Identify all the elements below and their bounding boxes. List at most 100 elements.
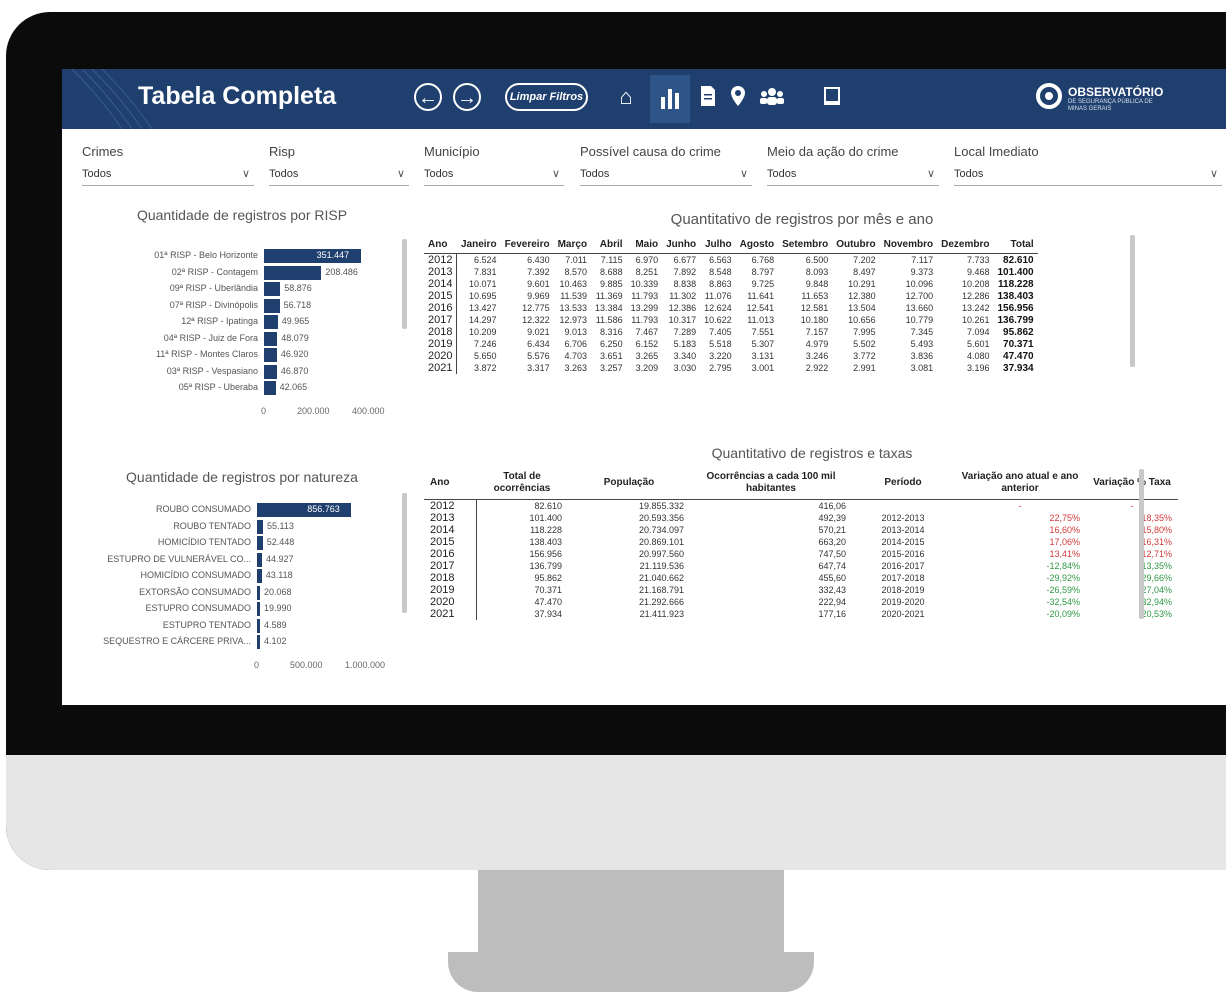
table-row[interactable]: 2021 3.872 3.317 3.263 3.257 3.209 3.030 2.795 3… [424, 362, 1038, 374]
month-value-cell: 11.369 [595, 291, 623, 301]
axis-tick-label: 500.000 [290, 659, 323, 670]
rate-cell: 2020 [424, 596, 477, 608]
clear-filters-button[interactable]: Limpar Filtros [505, 83, 588, 111]
month-column-header[interactable]: Fevereiro [501, 235, 554, 254]
book-icon[interactable] [818, 85, 846, 112]
table-row[interactable]: 2019 70.371 21.168.791 332,43 2018-2019 -26,5… [424, 584, 1178, 596]
bar[interactable] [264, 282, 281, 296]
month-column-header[interactable]: Outubro [832, 235, 879, 254]
bar[interactable] [257, 602, 260, 616]
bar[interactable] [264, 315, 278, 329]
month-column-header[interactable]: Março [554, 235, 591, 254]
month-value-cell: 7.345 [910, 327, 934, 337]
month-column-header[interactable]: Dezembro [937, 235, 993, 254]
table-row[interactable]: 2015 138.403 20.869.101 663,20 2014-2015 17,0… [424, 536, 1178, 548]
bar[interactable] [257, 585, 260, 600]
filter-causa-select[interactable]: Todos ∨ [580, 163, 752, 186]
month-value-cell: 11.793 [631, 291, 659, 301]
bar[interactable] [264, 265, 322, 280]
rate-cell: 16,31% [1141, 537, 1172, 547]
month-column-header[interactable]: Maio [627, 235, 663, 254]
month-value-cell: 13.427 [469, 303, 497, 313]
bar-category-label: ESTUPRO TENTADO [162, 619, 251, 630]
filter-municipio-select[interactable]: Todos ∨ [424, 163, 564, 186]
forward-button[interactable]: → [453, 83, 481, 111]
bar[interactable] [264, 298, 280, 313]
bar-value-label: 20.068 [264, 586, 292, 597]
bar[interactable] [257, 552, 262, 567]
table-row[interactable]: 2020 5.650 5.576 4.703 3.651 3.265 3.340 3.220 3… [424, 350, 1038, 362]
home-icon[interactable]: ⌂ [612, 85, 640, 109]
bar-value-label: 49.965 [281, 316, 310, 326]
rate-cell: 20.997.560 [638, 549, 684, 559]
table-row[interactable]: 2014 118.228 20.734.097 570,21 2013-2014 16,6… [424, 524, 1178, 536]
rate-table-scrollbar[interactable] [1139, 469, 1144, 619]
table-row[interactable]: 2019 7.246 6.434 6.706 6.250 6.152 5.183 5.518 5… [424, 338, 1038, 350]
document-icon[interactable] [694, 85, 722, 112]
rate-column-header[interactable]: Ano [424, 467, 476, 500]
year-cell: 2019 [424, 338, 458, 350]
table-row[interactable]: 2015 10.695 9.969 11.539 11.369 11.793 11.302 1… [424, 290, 1038, 302]
rate-column-header[interactable]: Ocorrências a cada 100 mil habitantes [690, 467, 852, 500]
bar[interactable] [257, 569, 262, 583]
table-row[interactable]: 2017 136.799 21.119.536 647,74 2016-2017 -12,… [424, 560, 1178, 572]
nav-active-tab[interactable] [650, 75, 690, 123]
table-row[interactable]: 2013 101.400 20.593.356 492,39 2012-2013 22,7… [424, 512, 1178, 524]
month-column-header[interactable]: Setembro [778, 235, 832, 254]
month-column-header[interactable]: Abril [591, 235, 627, 254]
month-column-header[interactable]: Junho [662, 235, 700, 254]
map-pin-icon[interactable] [724, 85, 752, 112]
back-button[interactable]: ← [414, 83, 442, 111]
bar[interactable] [257, 635, 260, 649]
month-value-cell: 7.405 [709, 327, 732, 337]
filter-risp-select[interactable]: Todos ∨ [269, 163, 409, 186]
table-row[interactable]: 2017 14.297 12.322 12.973 11.586 11.793 10.317… [424, 314, 1038, 326]
filter-meio-select[interactable]: Todos ∨ [767, 163, 939, 186]
risp-chart-scrollbar[interactable] [402, 239, 407, 329]
table-row[interactable]: 2021 37.934 21.411.923 177,16 2020-2021 -20,0… [424, 608, 1178, 620]
filter-local-select[interactable]: Todos ∨ [954, 163, 1222, 186]
rate-column-header[interactable]: Total de ocorrências [476, 467, 568, 500]
rate-cell: 22,75% [1049, 513, 1080, 523]
table-row[interactable]: 2013 7.831 7.392 8.570 8.688 8.251 7.892 8.548 8… [424, 266, 1038, 278]
table-row[interactable]: 2018 95.862 21.040.662 455,60 2017-2018 -29,9… [424, 572, 1178, 584]
table-row[interactable]: 2016 156.956 20.997.560 747,50 2015-2016 13,4… [424, 548, 1178, 560]
month-column-header[interactable]: Julho [700, 235, 736, 254]
table-row[interactable]: 2012 6.524 6.430 7.011 7.115 6.970 6.677 6.563 6… [424, 253, 1038, 266]
natureza-chart-scrollbar[interactable] [402, 493, 407, 613]
rate-cell: 12,71% [1141, 549, 1172, 559]
month-value-cell: 8.251 [635, 267, 659, 277]
rate-cell: 118.228 [530, 525, 562, 535]
rate-column-header[interactable]: População [568, 467, 690, 500]
table-row[interactable]: 2014 10.071 9.601 10.463 9.885 10.339 8.838 8.8… [424, 278, 1038, 290]
month-table-scrollbar[interactable] [1130, 235, 1135, 367]
table-row[interactable]: 2016 13.427 12.775 13.533 13.384 13.299 12.386… [424, 302, 1038, 314]
bar-value-label: 19.990 [264, 603, 292, 613]
people-icon[interactable] [758, 85, 786, 112]
month-column-header[interactable]: Janeiro [457, 235, 501, 254]
month-column-header[interactable]: Novembro [880, 235, 937, 254]
table-row[interactable]: 2012 82.610 19.855.332 416,06 - - [424, 499, 1178, 512]
month-value-cell: 3.265 [635, 351, 659, 361]
rate-column-header[interactable]: Variação % Taxa [1086, 467, 1178, 500]
month-column-header[interactable]: Ano [424, 235, 457, 254]
month-value-cell: 7.392 [527, 267, 550, 277]
bar[interactable] [264, 331, 278, 346]
rate-cell: 2019 [424, 584, 477, 596]
rate-column-header[interactable]: Período [852, 467, 954, 500]
filter-crimes-select[interactable]: Todos ∨ [82, 163, 254, 186]
bar[interactable] [257, 519, 264, 534]
bar-value-label: 48.079 [281, 332, 309, 343]
table-row[interactable]: 2018 10.209 9.021 9.013 8.316 7.467 7.289 7.405… [424, 326, 1038, 338]
month-column-header[interactable]: Agosto [736, 235, 778, 254]
month-value-cell: 3.317 [527, 363, 550, 373]
bar[interactable] [264, 364, 277, 379]
table-row[interactable]: 2020 47.470 21.292.666 222,94 2019-2020 -32,5… [424, 596, 1178, 608]
bar[interactable] [264, 381, 276, 395]
rate-column-header[interactable]: Variação ano atual e ano anterior [954, 467, 1086, 500]
month-value-cell: 12.973 [559, 315, 588, 325]
bar[interactable] [264, 348, 277, 362]
bar[interactable] [257, 536, 263, 550]
bar[interactable] [257, 618, 260, 633]
month-column-header[interactable]: Total [993, 235, 1037, 254]
